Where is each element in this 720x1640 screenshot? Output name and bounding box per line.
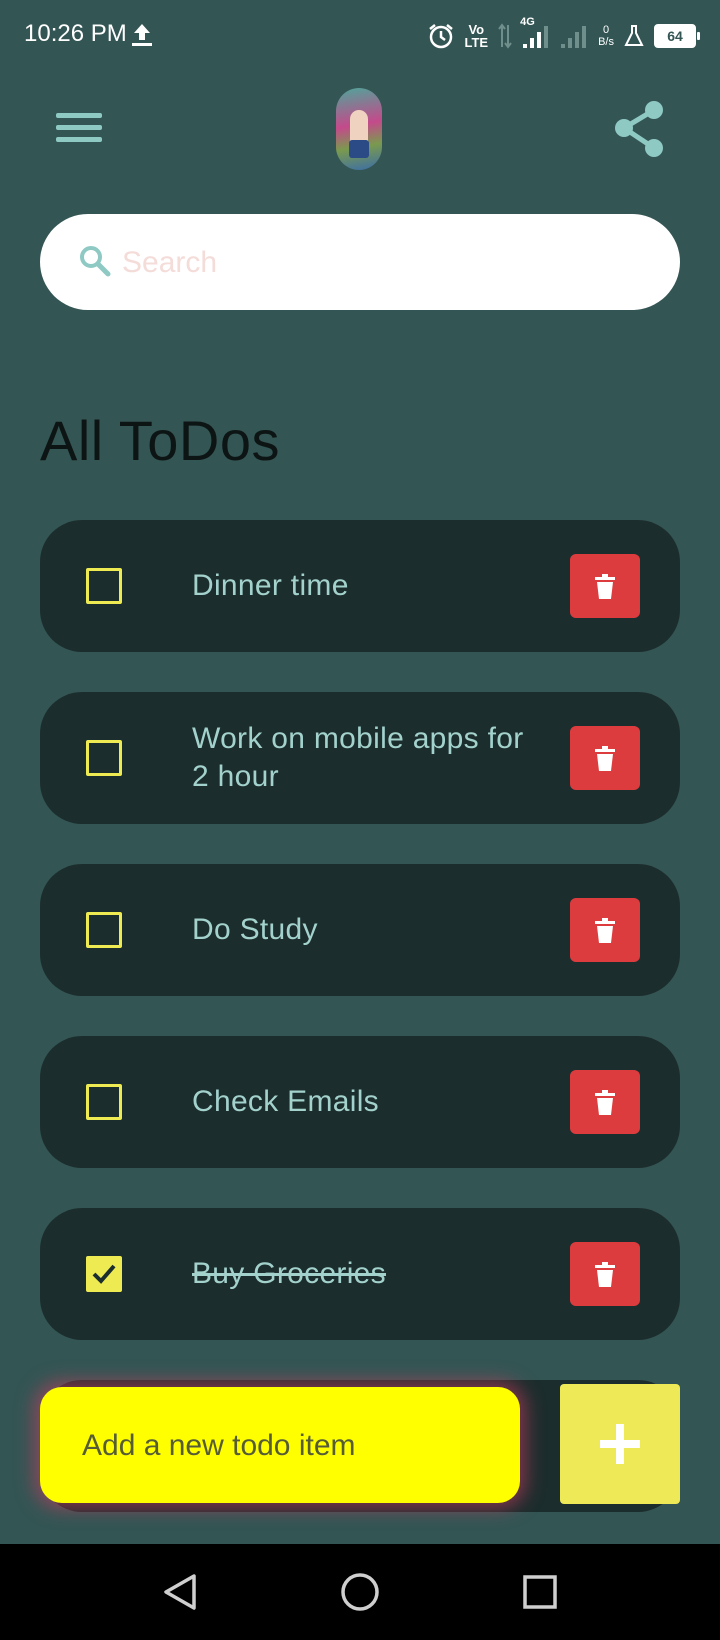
add-todo-field xyxy=(40,1387,520,1503)
search-bar xyxy=(40,214,680,310)
upload-icon xyxy=(130,22,154,48)
todo-item: Check Emails xyxy=(40,1036,680,1168)
page-title: All ToDos xyxy=(40,409,281,472)
add-todo-input[interactable] xyxy=(80,1417,504,1475)
delete-button[interactable] xyxy=(570,1070,640,1134)
trash-icon xyxy=(595,746,615,771)
status-bar: 10:26 PM Vo LTE 4G 0 B/s 64 xyxy=(0,0,720,72)
search-icon xyxy=(78,244,112,278)
todo-text: Check Emails xyxy=(192,1085,379,1118)
battery-indicator: 64 xyxy=(654,24,700,48)
todo-text: Work on mobile apps for 2 hour xyxy=(192,722,524,793)
trash-icon xyxy=(595,918,615,943)
speed-unit: B/s xyxy=(598,36,614,48)
flask-icon xyxy=(624,24,644,48)
delete-button[interactable] xyxy=(570,554,640,618)
signal-sim2-icon xyxy=(560,22,588,50)
system-nav-bar xyxy=(0,1544,720,1640)
status-time: 10:26 PM xyxy=(24,20,127,47)
network-label: 4G xyxy=(520,16,535,28)
signal-4g-icon: 4G xyxy=(520,16,550,50)
share-icon[interactable] xyxy=(612,98,668,160)
todo-item: Work on mobile apps for 2 hour xyxy=(40,692,680,824)
trash-icon xyxy=(595,1090,615,1115)
trash-icon xyxy=(595,574,615,599)
delete-button[interactable] xyxy=(570,1242,640,1306)
todo-item: Do Study xyxy=(40,864,680,996)
volte-bottom: LTE xyxy=(464,35,489,50)
todo-checkbox[interactable] xyxy=(86,912,122,948)
todo-text: Buy Groceries xyxy=(192,1257,386,1290)
todo-text: Do Study xyxy=(192,913,318,946)
search-input[interactable] xyxy=(120,234,644,292)
delete-button[interactable] xyxy=(570,726,640,790)
avatar[interactable] xyxy=(336,88,382,170)
add-todo-button[interactable] xyxy=(560,1384,680,1504)
network-speed: 0 B/s xyxy=(598,24,614,48)
home-icon[interactable] xyxy=(338,1570,382,1614)
todo-list: Dinner time Work on mobile apps for 2 ho… xyxy=(40,520,680,1380)
todo-item: Dinner time xyxy=(40,520,680,652)
delete-button[interactable] xyxy=(570,898,640,962)
checkmark-icon xyxy=(92,1264,116,1284)
back-icon[interactable] xyxy=(158,1570,202,1614)
speed-value: 0 xyxy=(602,24,610,36)
todo-checkbox[interactable] xyxy=(86,568,122,604)
hamburger-menu-icon[interactable] xyxy=(52,106,108,154)
volte-indicator: Vo LTE xyxy=(465,23,489,49)
todo-checkbox[interactable] xyxy=(86,1084,122,1120)
todo-text: Dinner time xyxy=(192,569,349,602)
plus-icon xyxy=(600,1424,640,1464)
recents-icon[interactable] xyxy=(518,1570,562,1614)
todo-checkbox-checked[interactable] xyxy=(86,1256,122,1292)
todo-checkbox[interactable] xyxy=(86,740,122,776)
alarm-icon xyxy=(427,22,455,50)
app-bar xyxy=(0,80,720,180)
todo-item: Buy Groceries xyxy=(40,1208,680,1340)
data-arrows-icon xyxy=(498,23,512,49)
status-icons: Vo LTE 4G 0 B/s 64 xyxy=(427,16,700,54)
trash-icon xyxy=(595,1262,615,1287)
